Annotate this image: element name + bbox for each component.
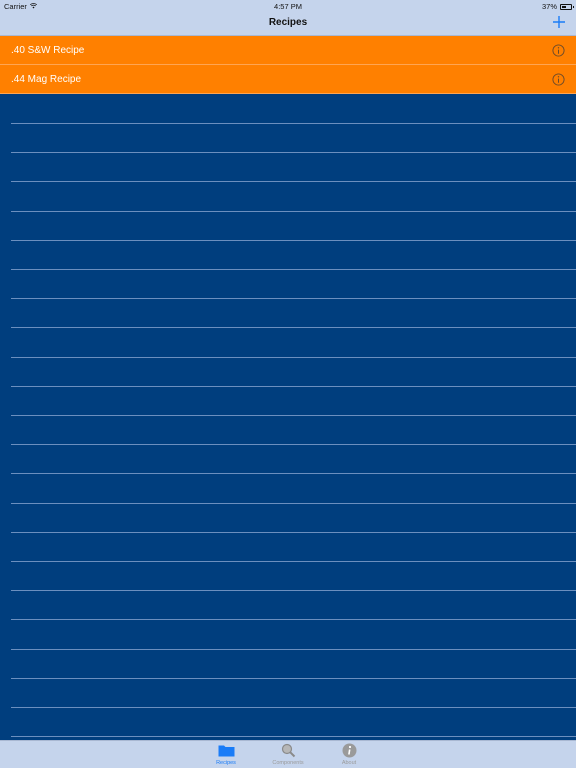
row-separator bbox=[11, 561, 576, 562]
row-separator bbox=[11, 357, 576, 358]
recipe-label: .44 Mag Recipe bbox=[11, 74, 82, 85]
recipe-list: .40 S&W Recipe .44 Mag Recipe bbox=[0, 36, 576, 94]
row-separator bbox=[11, 269, 576, 270]
row-separator bbox=[11, 590, 576, 591]
row-separator bbox=[11, 211, 576, 212]
row-separator bbox=[11, 503, 576, 504]
battery-label: 37% bbox=[541, 2, 557, 11]
folder-icon bbox=[218, 745, 234, 757]
row-separator bbox=[11, 240, 576, 241]
status-right: 37% bbox=[541, 2, 574, 11]
row-separator bbox=[11, 123, 576, 124]
magnifier-icon bbox=[281, 743, 295, 758]
row-separator bbox=[11, 444, 576, 445]
status-time: 4:57 PM bbox=[274, 2, 302, 11]
status-bar: Carrier 4:57 PM 37% bbox=[0, 0, 576, 12]
row-separator bbox=[11, 473, 576, 474]
row-separator bbox=[11, 532, 576, 533]
recipe-row[interactable]: .44 Mag Recipe bbox=[0, 65, 576, 94]
recipe-label: .40 S&W Recipe bbox=[11, 45, 85, 56]
row-separator bbox=[11, 415, 576, 416]
info-icon[interactable] bbox=[552, 73, 565, 86]
row-separator bbox=[11, 619, 576, 620]
row-separator bbox=[11, 327, 576, 328]
recipe-row[interactable]: .40 S&W Recipe bbox=[0, 36, 576, 65]
tab-label: Components bbox=[272, 760, 304, 766]
row-separator bbox=[11, 649, 576, 650]
empty-table-area bbox=[0, 94, 576, 740]
row-separator bbox=[11, 386, 576, 387]
row-separator bbox=[11, 678, 576, 679]
battery-icon bbox=[560, 3, 574, 10]
row-separator bbox=[11, 181, 576, 182]
info-icon bbox=[342, 743, 356, 758]
row-separator bbox=[11, 707, 576, 708]
row-separator bbox=[11, 736, 576, 737]
navigation-bar: Recipes bbox=[0, 12, 576, 36]
tab-label: Recipes bbox=[216, 760, 236, 766]
row-separator bbox=[11, 298, 576, 299]
tab-recipes[interactable]: Recipes bbox=[203, 743, 249, 766]
tab-components[interactable]: Components bbox=[265, 743, 311, 766]
tab-bar: Recipes Components About bbox=[0, 740, 576, 768]
tab-about[interactable]: About bbox=[326, 743, 372, 766]
page-title: Recipes bbox=[268, 17, 308, 28]
row-separator bbox=[11, 152, 576, 153]
add-recipe-button[interactable] bbox=[552, 15, 566, 29]
info-icon[interactable] bbox=[552, 44, 565, 57]
tab-label: About bbox=[341, 760, 357, 766]
plus-icon bbox=[553, 16, 565, 28]
